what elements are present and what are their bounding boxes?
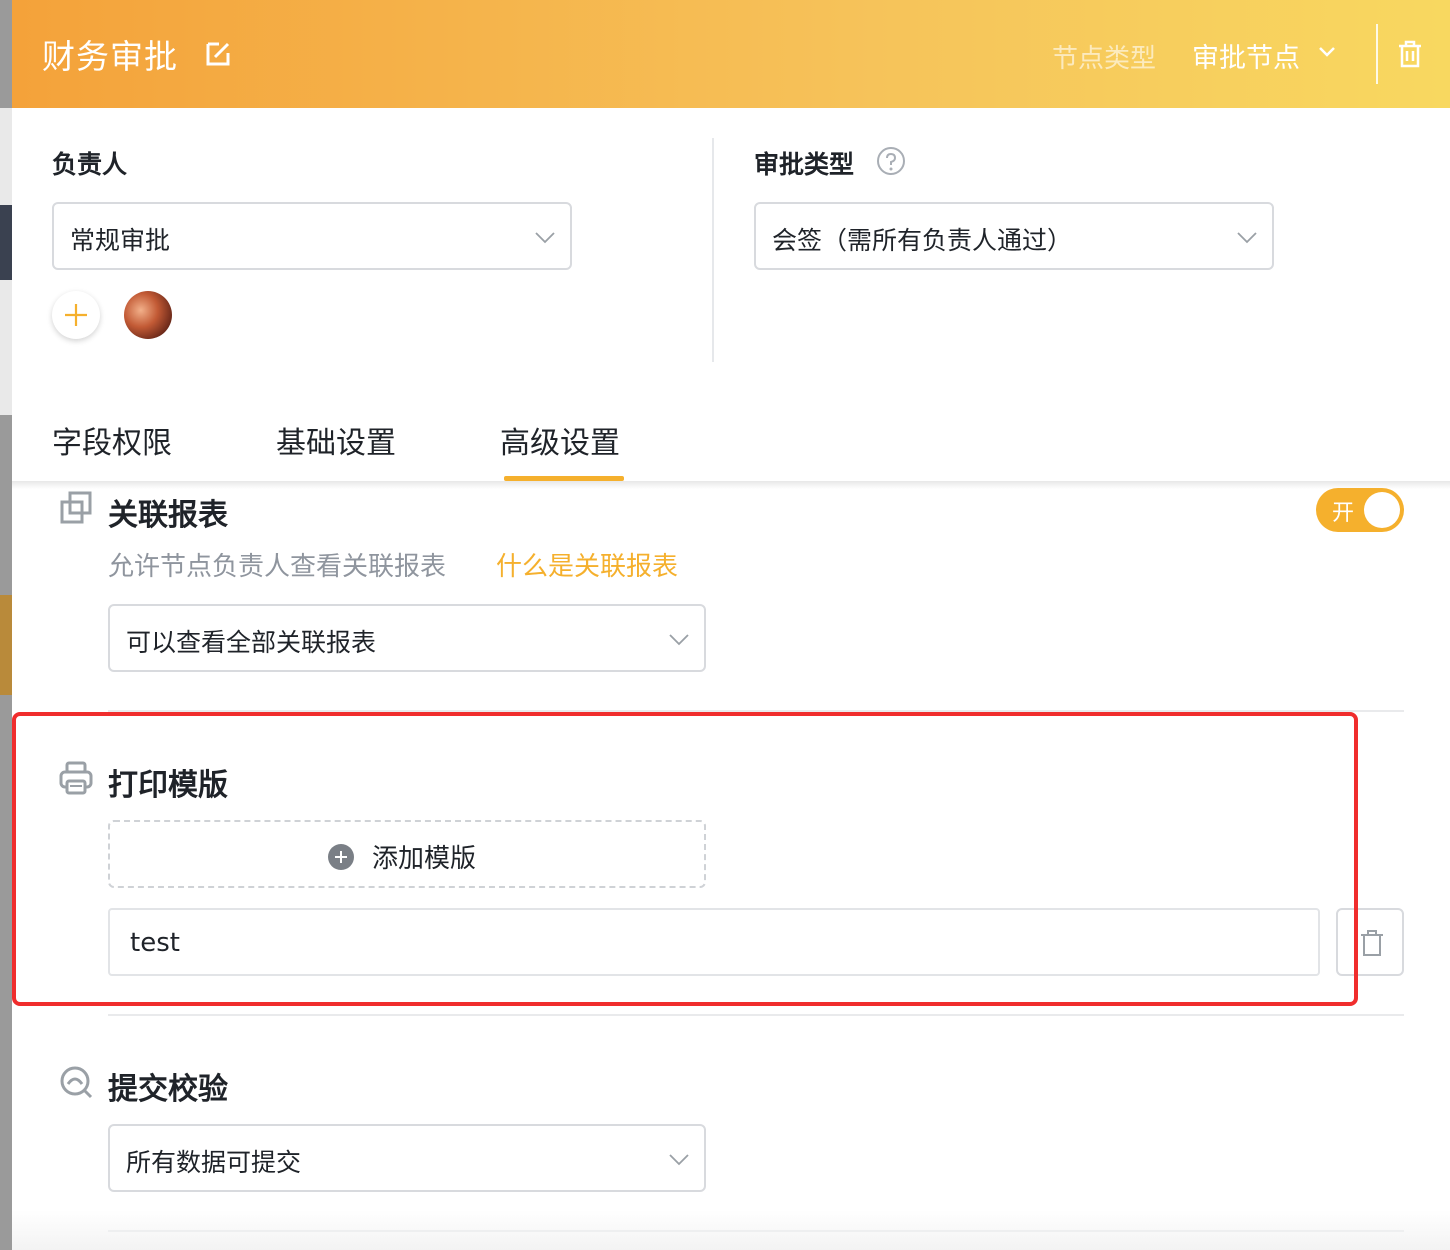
what-is-related-report-link[interactable]: 什么是关联报表 xyxy=(496,546,678,583)
related-report-title: 关联报表 xyxy=(108,498,228,533)
panel-header: 财务审批 节点类型 审批节点 xyxy=(12,0,1450,108)
background-page xyxy=(0,0,12,1250)
node-type-label: 节点类型 xyxy=(1052,44,1157,74)
related-report-toggle[interactable]: 开 xyxy=(1316,488,1404,532)
related-report-select-value: 可以查看全部关联报表 xyxy=(126,628,377,657)
related-report-select[interactable]: 可以查看全部关联报表 xyxy=(108,604,706,672)
submit-check-select-value: 所有数据可提交 xyxy=(126,1148,302,1177)
column-divider xyxy=(712,138,714,362)
delete-template-button[interactable] xyxy=(1336,908,1404,976)
linked-report-icon xyxy=(60,491,92,524)
related-report-description: 允许节点负责人查看关联报表 xyxy=(108,552,447,582)
add-template-label: 添加模版 xyxy=(372,844,477,874)
trash-icon[interactable] xyxy=(1397,40,1423,68)
template-name: test xyxy=(130,928,180,958)
plus-icon xyxy=(65,304,87,326)
add-owner-button[interactable] xyxy=(52,291,100,339)
avatar[interactable] xyxy=(124,291,172,339)
approval-type-select[interactable]: 会签（需所有负责人通过） xyxy=(754,202,1274,270)
template-item[interactable]: test xyxy=(108,908,1320,976)
owner-label: 负责人 xyxy=(52,150,128,179)
toggle-knob xyxy=(1364,492,1400,528)
section-divider xyxy=(108,710,1404,712)
tabs-divider xyxy=(12,481,1450,489)
bottom-shadow xyxy=(12,1210,1450,1250)
tab-field-permissions[interactable]: 字段权限 xyxy=(52,418,172,462)
search-check-icon xyxy=(60,1066,93,1099)
approval-type-select-value: 会签（需所有负责人通过） xyxy=(772,226,1073,255)
submit-check-title: 提交校验 xyxy=(108,1072,228,1107)
tab-basic-settings[interactable]: 基础设置 xyxy=(276,418,396,462)
owner-select-value: 常规审批 xyxy=(70,226,171,255)
chevron-down-icon xyxy=(1237,232,1257,244)
node-type-select[interactable]: 审批节点 xyxy=(1192,36,1300,75)
node-title: 财务审批 xyxy=(42,37,178,76)
trash-icon xyxy=(1361,930,1383,956)
header-divider xyxy=(1376,24,1378,84)
help-icon[interactable] xyxy=(876,146,906,176)
print-template-title: 打印模版 xyxy=(108,768,228,803)
plus-circle-icon xyxy=(328,844,354,870)
edit-icon[interactable] xyxy=(204,38,234,68)
submit-check-select[interactable]: 所有数据可提交 xyxy=(108,1124,706,1192)
background-block xyxy=(0,205,12,280)
add-template-button[interactable]: 添加模版 xyxy=(108,820,706,888)
toggle-label: 开 xyxy=(1332,501,1355,526)
chevron-down-icon xyxy=(535,232,555,244)
section-divider xyxy=(108,1014,1404,1016)
approval-type-label: 审批类型 xyxy=(754,150,855,179)
chevron-down-icon[interactable] xyxy=(1317,42,1337,62)
background-block xyxy=(0,595,12,695)
printer-icon xyxy=(59,761,93,795)
chevron-down-icon xyxy=(669,1154,689,1166)
chevron-down-icon xyxy=(669,634,689,646)
owner-select[interactable]: 常规审批 xyxy=(52,202,572,270)
tab-advanced-settings[interactable]: 高级设置 xyxy=(500,418,620,462)
node-settings-panel: 财务审批 节点类型 审批节点 负责人 常规审批 审批类型 会签（需所有负责人通过… xyxy=(12,0,1450,1250)
